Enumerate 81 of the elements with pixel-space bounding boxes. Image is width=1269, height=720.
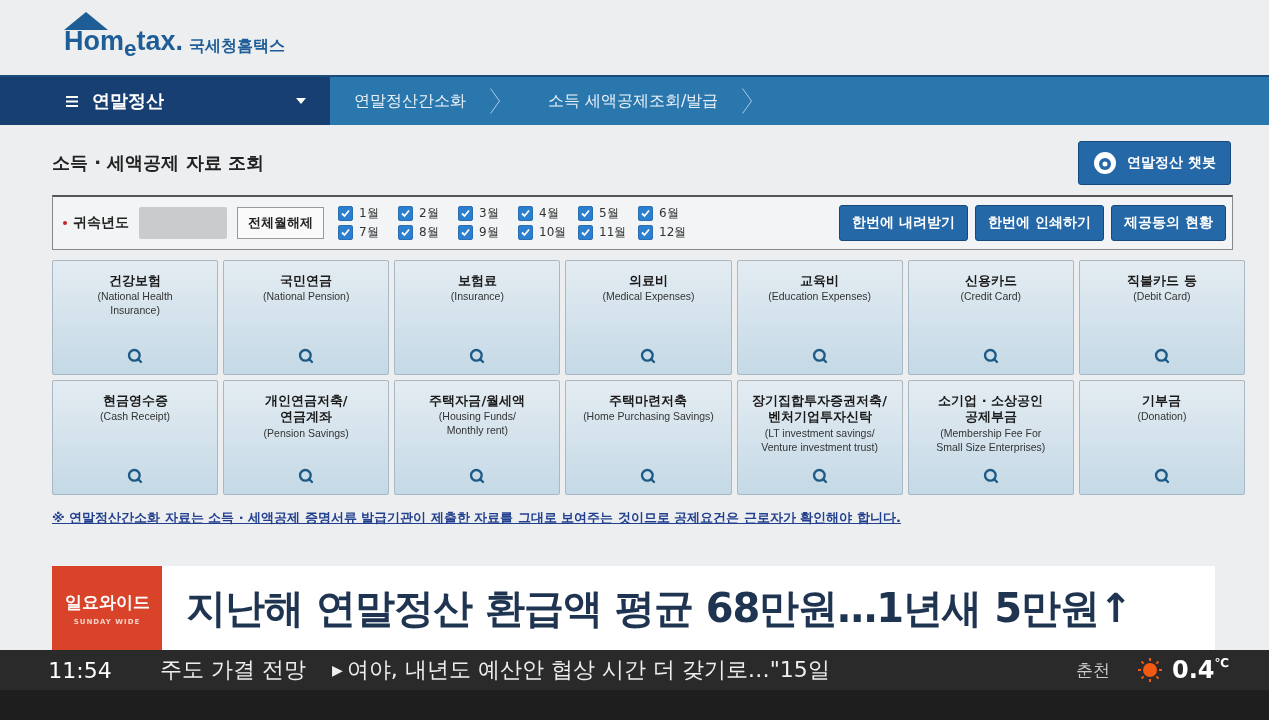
- month-checkbox[interactable]: 3월: [458, 205, 518, 222]
- page-title: 소득 · 세액공제 자료 조회: [52, 151, 264, 175]
- check-icon: [641, 228, 650, 237]
- check-icon: [581, 209, 590, 218]
- search-icon: [811, 348, 828, 364]
- month-checkbox[interactable]: 6월: [638, 205, 698, 222]
- breadcrumb-link[interactable]: 연말정산간소화: [330, 77, 524, 125]
- action-button[interactable]: 한번에 인쇄하기: [975, 205, 1105, 241]
- search-icon: [811, 468, 828, 484]
- search-icon: [298, 468, 315, 484]
- month-checkbox[interactable]: 11월: [578, 224, 638, 241]
- month-checkbox[interactable]: 9월: [458, 224, 518, 241]
- action-button[interactable]: 한번에 내려받기: [839, 205, 969, 241]
- month-checkbox[interactable]: 12월: [638, 224, 698, 241]
- month-checkbox[interactable]: 2월: [398, 205, 458, 222]
- action-button[interactable]: 제공동의 현황: [1111, 205, 1226, 241]
- search-icon: [127, 348, 144, 364]
- search-icon: [469, 468, 486, 484]
- news-headline: 지난해 연말정산 환급액 평균 68만원…1년새 5만원↑: [162, 566, 1215, 650]
- deduction-tile[interactable]: 교육비 (Education Expenses): [736, 260, 903, 375]
- check-icon: [521, 209, 530, 218]
- deduction-tile[interactable]: 신용카드 (Credit Card): [907, 260, 1074, 375]
- search-icon: [298, 348, 315, 364]
- check-icon: [461, 209, 470, 218]
- check-icon: [461, 228, 470, 237]
- search-icon: [127, 468, 144, 484]
- search-icon: [982, 348, 999, 364]
- check-icon: [581, 228, 590, 237]
- deduction-tile[interactable]: 국민연금 (National Pension): [223, 260, 390, 375]
- program-title: 일요와이드: [64, 590, 150, 614]
- deduction-tile[interactable]: 소기업 · 소상공인 공제부금 (Membership Fee For Small Size Enterprises): [907, 380, 1074, 495]
- check-icon: [341, 228, 350, 237]
- month-checkbox[interactable]: 5월: [578, 205, 638, 222]
- menu-icon: [66, 95, 78, 107]
- notice-link[interactable]: ※ 연말정산간소화 자료는 소득 · 세액공제 증명서류 발급기관이 제출한 자료를 그대로 보여주는 것이므로 공제요건은 근로자가 확인해야 합니다.: [52, 509, 1269, 527]
- deduction-tile[interactable]: 의료비 (Medical Expenses): [565, 260, 732, 375]
- uncheck-all-button[interactable]: 전체월해제: [237, 207, 324, 239]
- ticker-text: 주도 가결 전망: [160, 656, 306, 684]
- check-icon: [401, 228, 410, 237]
- search-icon: [1153, 468, 1170, 484]
- deduction-tile[interactable]: 주택자금/월세액 (Housing Funds/ Monthly rent): [394, 380, 561, 495]
- month-checkbox[interactable]: 8월: [398, 224, 458, 241]
- deduction-tile[interactable]: 기부금 (Donation): [1078, 380, 1245, 495]
- search-icon: [982, 468, 999, 484]
- caret-icon: [296, 98, 306, 104]
- deduction-tile[interactable]: 주택마련저축 (Home Purchasing Savings): [565, 380, 732, 495]
- month-checkbox[interactable]: 4월: [518, 205, 578, 222]
- search-icon: [469, 348, 486, 364]
- month-checkbox[interactable]: 7월: [338, 224, 398, 241]
- check-icon: [341, 209, 350, 218]
- logo-subtitle: 국세청홈택스: [189, 35, 286, 57]
- chatbot-button[interactable]: 연말정산 챗봇: [1078, 141, 1231, 185]
- deduction-tile[interactable]: 보험료 (Insurance): [394, 260, 561, 375]
- ticker-marker: ▶: [332, 662, 343, 678]
- month-checkbox[interactable]: 10월: [518, 224, 578, 241]
- search-icon: [1153, 348, 1170, 364]
- year-field[interactable]: [139, 207, 227, 239]
- chevron-icon: [490, 88, 500, 114]
- check-icon: [521, 228, 530, 237]
- breadcrumb-link[interactable]: 소득 세액공제조회/발급: [524, 77, 777, 125]
- deduction-tile[interactable]: 직불카드 등 (Debit Card): [1078, 260, 1245, 375]
- deduction-tile[interactable]: 장기집합투자증권저축/ 벤처기업투자신탁 (LT investment savings/ Venture investment trust): [736, 380, 903, 495]
- deduction-tile[interactable]: 현금영수증 (Cash Receipt): [52, 380, 219, 495]
- deduction-tile[interactable]: 건강보험 (National Health Insurance): [52, 260, 219, 375]
- ticker-text: 여야, 내년도 예산안 협상 시간 더 갖기로…"15일: [346, 656, 830, 684]
- check-icon: [641, 209, 650, 218]
- month-checkbox[interactable]: 1월: [338, 205, 398, 222]
- menu-dropdown[interactable]: 연말정산: [0, 77, 330, 125]
- house-roof-icon: [64, 12, 108, 31]
- chevron-icon: [742, 88, 753, 114]
- weather-city: 춘천: [1075, 658, 1110, 682]
- chatbot-icon: [1093, 151, 1118, 175]
- deduction-tile[interactable]: 개인연금저축/ 연금계좌 (Pension Savings): [223, 380, 390, 495]
- logo[interactable]: Hom$_{e}$tax.: [64, 26, 184, 63]
- search-icon: [640, 468, 657, 484]
- sun-icon: [1135, 656, 1164, 684]
- year-label: 귀속년도: [63, 214, 129, 232]
- clock-time: 11:54: [47, 657, 113, 683]
- temperature: 0.4℃: [1171, 656, 1229, 684]
- search-icon: [640, 348, 657, 364]
- check-icon: [401, 209, 410, 218]
